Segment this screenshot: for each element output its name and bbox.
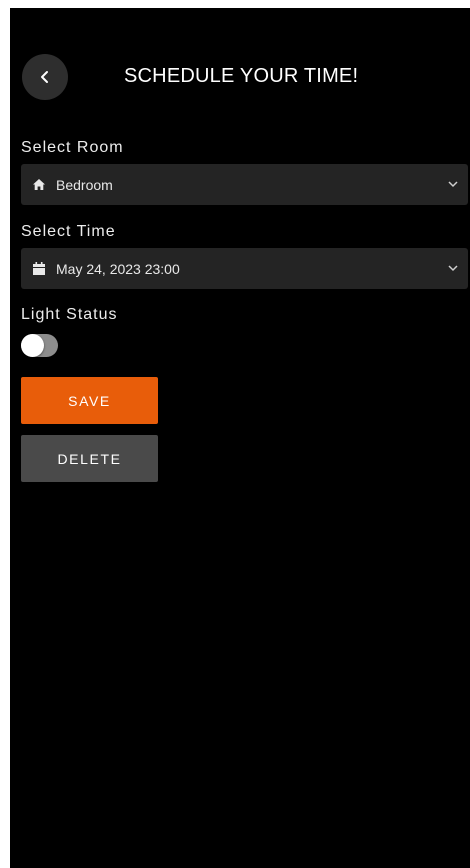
time-select[interactable]: May 24, 2023 23:00 (21, 248, 468, 289)
time-select-value: May 24, 2023 23:00 (56, 260, 180, 277)
light-status-label: Light Status (21, 306, 118, 323)
room-select-value: Bedroom (56, 176, 113, 193)
page-title: SCHEDULE YOUR TIME! (124, 65, 359, 87)
light-status-toggle[interactable] (21, 334, 58, 357)
toggle-knob (21, 334, 44, 357)
select-room-label: Select Room (21, 139, 124, 156)
calendar-icon (32, 262, 46, 276)
chevron-left-icon (41, 71, 48, 83)
chevron-down-icon (448, 265, 458, 272)
home-icon (32, 178, 46, 192)
delete-button[interactable]: DELETE (21, 435, 158, 482)
schedule-screen: SCHEDULE YOUR TIME! Select Room Bedroom … (10, 8, 470, 868)
select-time-label: Select Time (21, 223, 116, 240)
save-button[interactable]: SAVE (21, 377, 158, 424)
room-select[interactable]: Bedroom (21, 164, 468, 205)
chevron-down-icon (448, 181, 458, 188)
back-button[interactable] (22, 54, 68, 100)
